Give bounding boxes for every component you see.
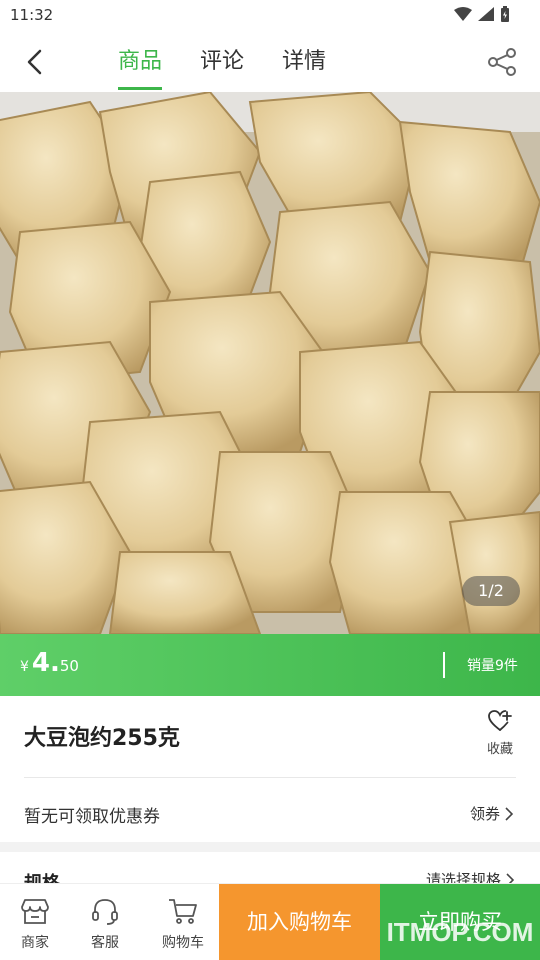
product-info: 大豆泡约255克 收藏 暂无可领取优惠券 领券 [0, 696, 540, 842]
get-coupon-label: 领券 [470, 805, 501, 823]
signal-icon [478, 7, 494, 21]
favorite-label: 收藏 [486, 742, 513, 757]
price-currency: ¥ [20, 659, 29, 675]
price-bar: ¥ 4. 50 销量9件 [0, 634, 540, 696]
price-divider [443, 652, 445, 678]
nav-bar: 商品 评论 详情 [0, 32, 540, 92]
image-counter: 1/2 [462, 576, 520, 606]
chevron-right-icon [505, 806, 514, 821]
shop-label: 商家 [21, 935, 49, 951]
price-decimal: 50 [59, 657, 79, 675]
cart-icon [169, 899, 197, 924]
status-time: 11:32 [10, 6, 54, 24]
shop-button[interactable]: 商家 [5, 896, 65, 952]
shop-icon [21, 899, 49, 924]
tofu-puffs-photo [0, 92, 540, 634]
get-coupon-link[interactable]: 领券 [470, 803, 514, 824]
customer-service-button[interactable]: 客服 [75, 896, 135, 952]
heart-plus-icon [488, 710, 512, 731]
coupon-text: 暂无可领取优惠券 [24, 807, 160, 827]
tab-reviews[interactable]: 评论 [200, 32, 244, 92]
price: ¥ 4. 50 [20, 648, 79, 678]
wifi-icon [454, 7, 472, 21]
product-name: 大豆泡约255克 [24, 726, 180, 751]
cart-button[interactable]: 购物车 [153, 896, 213, 952]
sales-count: 销量9件 [467, 658, 518, 674]
headset-icon [92, 899, 118, 925]
divider [24, 777, 516, 778]
battery-icon [501, 6, 509, 22]
add-to-cart-button[interactable]: 加入购物车 [219, 884, 380, 960]
back-icon[interactable] [20, 46, 52, 78]
price-integer: 4. [31, 648, 60, 678]
customer-service-label: 客服 [91, 935, 119, 951]
favorite-button[interactable]: 收藏 [482, 710, 518, 757]
tab-details[interactable]: 详情 [282, 32, 326, 92]
cart-label: 购物车 [162, 935, 204, 951]
tab-bar: 商品 评论 详情 [118, 32, 326, 92]
product-image[interactable]: 1/2 [0, 92, 540, 634]
status-bar: 11:32 [0, 0, 540, 32]
watermark: ITMOP.COM [386, 917, 534, 947]
status-icons [454, 6, 510, 22]
tab-product[interactable]: 商品 [118, 32, 163, 92]
share-icon[interactable] [486, 46, 518, 78]
section-gap [0, 842, 540, 852]
